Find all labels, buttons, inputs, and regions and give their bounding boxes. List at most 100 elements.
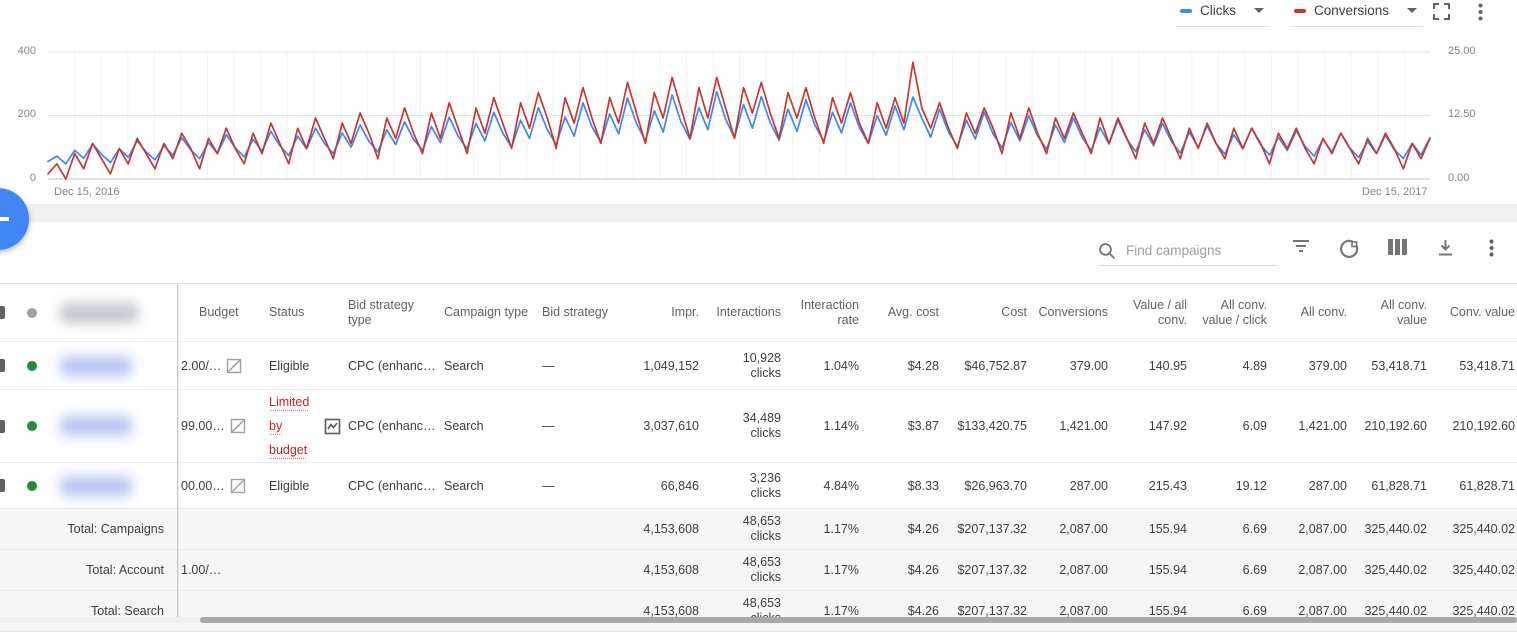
status-limited-by-budget-link[interactable]: Limited by budget [269, 390, 315, 462]
total-all-conv-cell: 2,087.00 [1269, 591, 1349, 631]
total-label: Total: Account [48, 563, 177, 577]
campaign-status-dot[interactable] [27, 421, 37, 431]
plus-icon [0, 217, 9, 221]
status-dot-cell [14, 342, 48, 389]
bid-strategy-type-cell: CPC (enhanc… [340, 390, 437, 462]
campaign-status-dot[interactable] [27, 481, 37, 491]
header-impr[interactable]: Impr. [640, 284, 701, 341]
campaign-name-redacted[interactable] [60, 476, 132, 496]
header-avg-cost[interactable]: Avg. cost [861, 284, 941, 341]
total-label-cell: Total: Search [48, 591, 177, 631]
edit-budget-icon[interactable] [226, 358, 242, 374]
total-interactions-cell: 48,653 clicks [701, 509, 783, 549]
total-row: Total: Account1.00/…4,153,60848,653 clic… [0, 550, 1517, 591]
bid-simulator-icon[interactable] [324, 418, 341, 435]
campaign-name-redacted[interactable] [60, 356, 132, 376]
bid-strategy-type-cell: CPC (enhanc… [340, 342, 437, 389]
budget-cell: 2.00/… [177, 342, 247, 389]
expand-chart-button[interactable] [1433, 3, 1450, 20]
all-conv-cell: 379.00 [1269, 342, 1349, 389]
header-campaign-type[interactable]: Campaign type [437, 284, 530, 341]
total-label-cell: Total: Account [48, 550, 177, 590]
row-checkbox[interactable] [0, 359, 5, 372]
total-all-conv-value-cell: 325,440.02 [1349, 591, 1429, 631]
edit-budget-icon[interactable] [230, 418, 246, 434]
search-input[interactable] [1126, 243, 1266, 258]
budget-value[interactable]: 99.00… [181, 419, 225, 433]
header-all-conv-value-click[interactable]: All conv. value / click [1189, 284, 1269, 341]
total-interactions-cell: 48,653 clicks [701, 550, 783, 590]
select-all-checkbox[interactable] [0, 306, 5, 319]
campaign-status-dot[interactable] [27, 361, 37, 371]
header-conversions[interactable]: Conversions [1029, 284, 1110, 341]
header-bid-strategy[interactable]: Bid strategy [530, 284, 640, 341]
total-interaction-rate-cell: 1.17% [783, 509, 861, 549]
segment-icon [1339, 239, 1359, 259]
conversions-metric-dropdown[interactable]: Conversions [1290, 0, 1423, 27]
campaign-row: 99.00…Limited by budgetCPC (enhanc…Searc… [0, 390, 1517, 463]
budget-value[interactable]: 00.00… [181, 479, 225, 493]
total-budget-cell [177, 591, 247, 631]
download-button[interactable] [1437, 239, 1454, 256]
total-dot-cell [14, 550, 48, 590]
row-checkbox-cell [0, 463, 14, 508]
segment-button[interactable] [1339, 239, 1359, 259]
budget-value[interactable]: 2.00/… [181, 359, 221, 373]
chart-more-options-button[interactable] [1478, 3, 1483, 21]
x-axis-start-label: Dec 15, 2016 [54, 186, 119, 198]
total-conversions-cell: 2,087.00 [1029, 550, 1110, 590]
header-cost[interactable]: Cost [941, 284, 1029, 341]
value-all-conv-cell: 215.43 [1110, 463, 1189, 508]
header-interactions[interactable]: Interactions [701, 284, 783, 341]
columns-icon [1388, 239, 1407, 255]
interactions-cell: 10,928 clicks [701, 342, 783, 389]
total-budget-cell [177, 509, 247, 549]
header-all-conv-value[interactable]: All conv. value [1349, 284, 1429, 341]
clicks-metric-dropdown[interactable]: Clicks [1176, 0, 1270, 27]
status-cell: Eligible [247, 342, 340, 389]
row-checkbox[interactable] [0, 479, 5, 492]
horizontal-scrollbar-thumb[interactable] [200, 617, 1517, 623]
total-interaction-rate-cell: 1.17% [783, 550, 861, 590]
bid-strategy-cell: — [530, 390, 640, 462]
campaign-type-cell: Search [437, 342, 530, 389]
all-conv-value-cell: 53,418.71 [1349, 342, 1429, 389]
status-cell: Limited by budget [247, 390, 340, 462]
left-axis-tick: 400 [2, 45, 36, 57]
panel-separator [0, 204, 1517, 222]
total-cost-cell: $207,137.32 [941, 509, 1029, 549]
all-conv-value-click-cell: 6.09 [1189, 390, 1269, 462]
campaign-name-redacted[interactable] [60, 416, 132, 436]
header-status[interactable]: Status [247, 284, 340, 341]
header-conv-value[interactable]: Conv. value [1429, 284, 1517, 341]
total-conv-value-cell: 325,440.02 [1429, 550, 1517, 590]
all-conv-value-click-cell: 19.12 [1189, 463, 1269, 508]
header-bid-strategy-type[interactable]: Bid strategy type [340, 284, 437, 341]
row-checkbox[interactable] [0, 420, 5, 433]
total-row: Total: Campaigns4,153,60848,653 clicks1.… [0, 509, 1517, 550]
all-conv-cell: 1,421.00 [1269, 390, 1349, 462]
header-value-all-conv[interactable]: Value / all conv. [1110, 284, 1189, 341]
status-cell: Eligible [247, 463, 340, 508]
table-more-options-button[interactable] [1489, 239, 1494, 257]
cost-cell: $26,963.70 [941, 463, 1029, 508]
horizontal-scrollbar [0, 617, 1517, 623]
header-budget[interactable]: Budget [177, 284, 247, 341]
total-value-all-conv-cell: 155.94 [1110, 509, 1189, 549]
conversions-series-swatch [1294, 9, 1306, 13]
filter-button[interactable] [1292, 239, 1310, 253]
header-all-conv[interactable]: All conv. [1269, 284, 1349, 341]
right-axis-tick: 0.00 [1448, 172, 1492, 184]
total-checkbox-cell [0, 591, 14, 631]
timeseries-chart [0, 0, 1517, 204]
campaign-name-cell [48, 390, 177, 462]
conv-value-cell: 210,192.60 [1429, 390, 1517, 462]
total-row: Total: Search4,153,60848,653 clicks1.17%… [0, 591, 1517, 632]
columns-button[interactable] [1388, 239, 1407, 255]
header-interaction-rate[interactable]: Interaction rate [783, 284, 861, 341]
total-campaign-type-cell [437, 509, 530, 549]
edit-budget-icon[interactable] [230, 478, 246, 494]
impr-cell: 66,846 [640, 463, 701, 508]
search-icon [1098, 242, 1116, 260]
value-all-conv-cell: 140.95 [1110, 342, 1189, 389]
